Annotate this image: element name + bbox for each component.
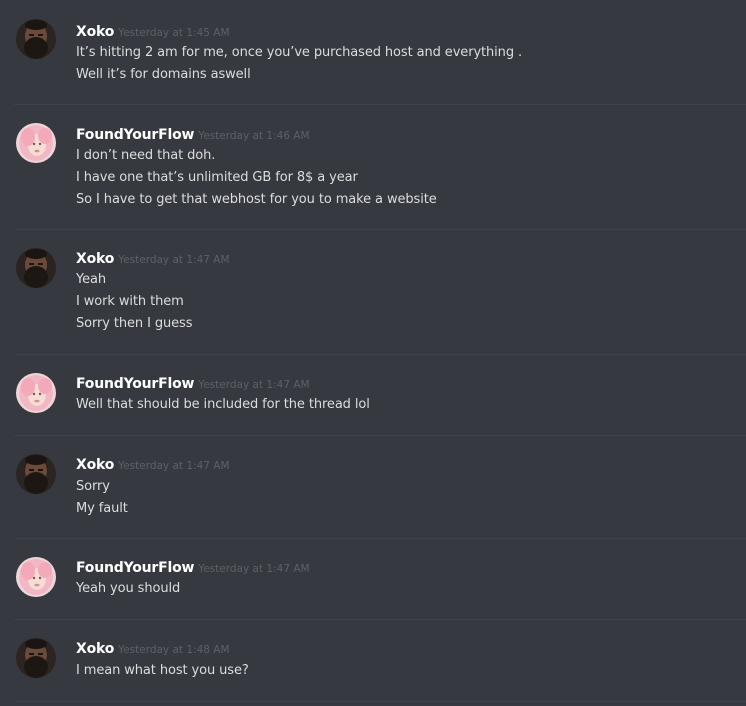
avatar-bearded-man-icon[interactable] xyxy=(16,638,56,678)
message-group: Xoko Yesterday at 1:48 AM I mean what hos… xyxy=(0,620,746,706)
message-group: Xoko Yesterday at 1:47 AM Yeah I work wit… xyxy=(0,230,746,354)
message-text: Yeah xyxy=(76,272,107,287)
message-header: Xoko Yesterday at 1:47 AM xyxy=(76,454,230,474)
message-text: I work with them xyxy=(76,294,184,309)
username[interactable]: Xoko xyxy=(76,457,114,473)
message-text: I don’t need that doh. xyxy=(76,148,216,163)
message-text: Well that should be included for the thr… xyxy=(76,397,370,412)
message-text: Yeah you should xyxy=(76,581,181,596)
message-text: I mean what host you use? xyxy=(76,663,249,678)
message-header: Xoko Yesterday at 1:48 AM xyxy=(76,638,230,658)
message-header: Xoko Yesterday at 1:47 AM xyxy=(76,248,230,268)
username[interactable]: Xoko xyxy=(76,251,114,267)
avatar-bearded-man-icon[interactable] xyxy=(16,19,56,59)
message-header: Xoko Yesterday at 1:45 AM xyxy=(76,21,230,41)
username[interactable]: Xoko xyxy=(76,24,114,40)
timestamp[interactable]: Yesterday at 1:48 AM xyxy=(118,644,229,656)
avatar-bearded-man-icon[interactable] xyxy=(16,454,56,494)
message-text: It’s hitting 2 am for me, once you’ve pu… xyxy=(76,45,523,60)
avatar-pink-hair-icon[interactable] xyxy=(16,123,56,163)
timestamp[interactable]: Yesterday at 1:47 AM xyxy=(198,563,309,575)
timestamp[interactable]: Yesterday at 1:47 AM xyxy=(198,379,309,391)
username[interactable]: Xoko xyxy=(76,641,114,657)
message-text: Well it’s for domains aswell xyxy=(76,67,251,82)
username[interactable]: FoundYourFlow xyxy=(76,560,194,576)
timestamp[interactable]: Yesterday at 1:45 AM xyxy=(118,27,229,39)
message-group: Xoko Yesterday at 1:47 AM Sorry My fault xyxy=(0,436,746,538)
message-header: FoundYourFlow Yesterday at 1:47 AM xyxy=(76,557,310,577)
message-group: FoundYourFlow Yesterday at 1:46 AM I don’… xyxy=(0,105,746,229)
timestamp[interactable]: Yesterday at 1:47 AM xyxy=(118,254,229,266)
username[interactable]: FoundYourFlow xyxy=(76,127,194,143)
message-header: FoundYourFlow Yesterday at 1:46 AM xyxy=(76,124,310,144)
message-text: I have one that’s unlimited GB for 8$ a … xyxy=(76,170,358,185)
message-header: FoundYourFlow Yesterday at 1:47 AM xyxy=(76,373,310,393)
message-text: So I have to get that webhost for you to… xyxy=(76,192,437,207)
message-text: Sorry xyxy=(76,479,110,494)
timestamp[interactable]: Yesterday at 1:46 AM xyxy=(198,130,309,142)
chat-log: Xoko Yesterday at 1:45 AM It’s hitting 2 … xyxy=(0,0,746,706)
message-group: Xoko Yesterday at 1:45 AM It’s hitting 2 … xyxy=(0,0,746,104)
message-group: FoundYourFlow Yesterday at 1:47 AM Yeah y… xyxy=(0,539,746,619)
avatar-pink-hair-icon[interactable] xyxy=(16,557,56,597)
timestamp[interactable]: Yesterday at 1:47 AM xyxy=(118,460,229,472)
avatar-pink-hair-icon[interactable] xyxy=(16,373,56,413)
username[interactable]: FoundYourFlow xyxy=(76,376,194,392)
avatar-bearded-man-icon[interactable] xyxy=(16,248,56,288)
message-divider xyxy=(14,701,746,702)
message-group: FoundYourFlow Yesterday at 1:47 AM Well t… xyxy=(0,355,746,435)
message-text: Sorry then I guess xyxy=(76,316,193,331)
message-text: My fault xyxy=(76,501,128,516)
